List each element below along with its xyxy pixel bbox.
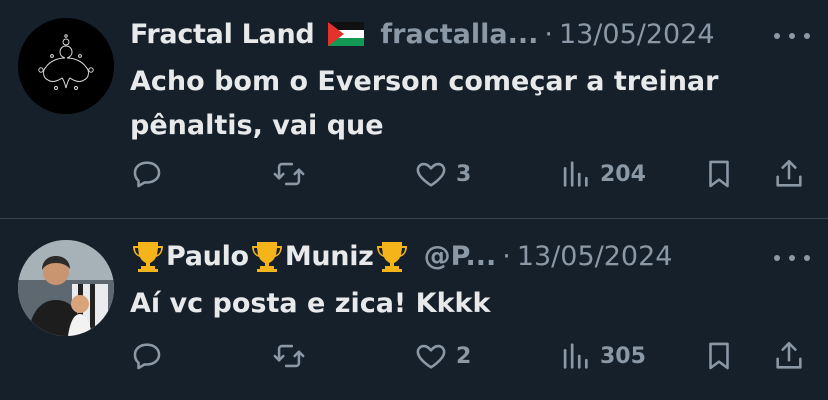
trophy-icon [130,238,166,274]
heart-icon [416,344,446,369]
speech-bubble-icon [133,161,161,188]
fractal-avatar[interactable] [18,18,114,114]
tweet-header: Paulo Muniz @P... · 13/05/2024 [130,236,672,276]
bookmark-button[interactable] [702,154,736,194]
reply-button[interactable] [130,154,164,194]
speech-bubble-icon [133,343,161,370]
bar-chart-icon [563,161,588,187]
view-count: 305 [600,343,646,369]
author-handle[interactable]: @P... [424,241,497,272]
tweet-1[interactable]: Fractal Land fractalla... · 13/05/2024 A… [0,0,828,218]
share-upload-icon [776,341,802,369]
bookmark-icon [709,342,729,370]
like-count: 3 [456,161,472,187]
trophy-icon [374,238,410,274]
separator-dot: · [502,240,511,272]
views-button[interactable]: 204 [558,154,646,194]
tweet-text: Acho bom o Everson começar a treinar pên… [130,66,719,141]
author-handle[interactable]: fractalla... [380,19,538,50]
retweet-button[interactable] [272,154,306,194]
bookmark-icon [709,160,729,188]
reply-button[interactable] [130,336,164,376]
palestine-flag-icon [328,22,365,46]
view-count: 204 [600,161,646,187]
trophy-icon [249,238,285,274]
retweet-button[interactable] [272,336,306,376]
retweet-arrows-icon [273,344,305,368]
more-options-icon[interactable] [774,246,810,270]
tweet-date[interactable]: 13/05/2024 [559,19,715,50]
separator-dot: · [544,18,553,50]
bookmark-button[interactable] [702,336,736,376]
author-name-part-2[interactable]: Muniz [285,241,374,272]
tweet-actions: 2 305 [130,336,810,376]
like-count: 2 [456,343,472,369]
more-options-icon[interactable] [774,24,810,48]
share-button[interactable] [772,154,806,194]
tweet-header: Fractal Land fractalla... · 13/05/2024 [130,14,715,54]
views-button[interactable]: 305 [558,336,646,376]
like-button[interactable]: 2 [414,336,471,376]
author-name[interactable]: Fractal Land [130,19,315,50]
tweet-date[interactable]: 13/05/2024 [517,241,673,272]
share-upload-icon [776,159,802,187]
author-name-part-1[interactable]: Paulo [166,241,249,272]
bar-chart-icon [563,343,588,369]
share-button[interactable] [772,336,806,376]
tweet-text: Aí vc posta e zica! Kkkk [130,288,491,319]
retweet-arrows-icon [273,162,305,186]
tweet-divider [0,218,828,219]
heart-icon [416,162,446,187]
tweet-actions: 3 204 [130,154,810,194]
user-avatar[interactable] [18,240,114,336]
like-button[interactable]: 3 [414,154,471,194]
